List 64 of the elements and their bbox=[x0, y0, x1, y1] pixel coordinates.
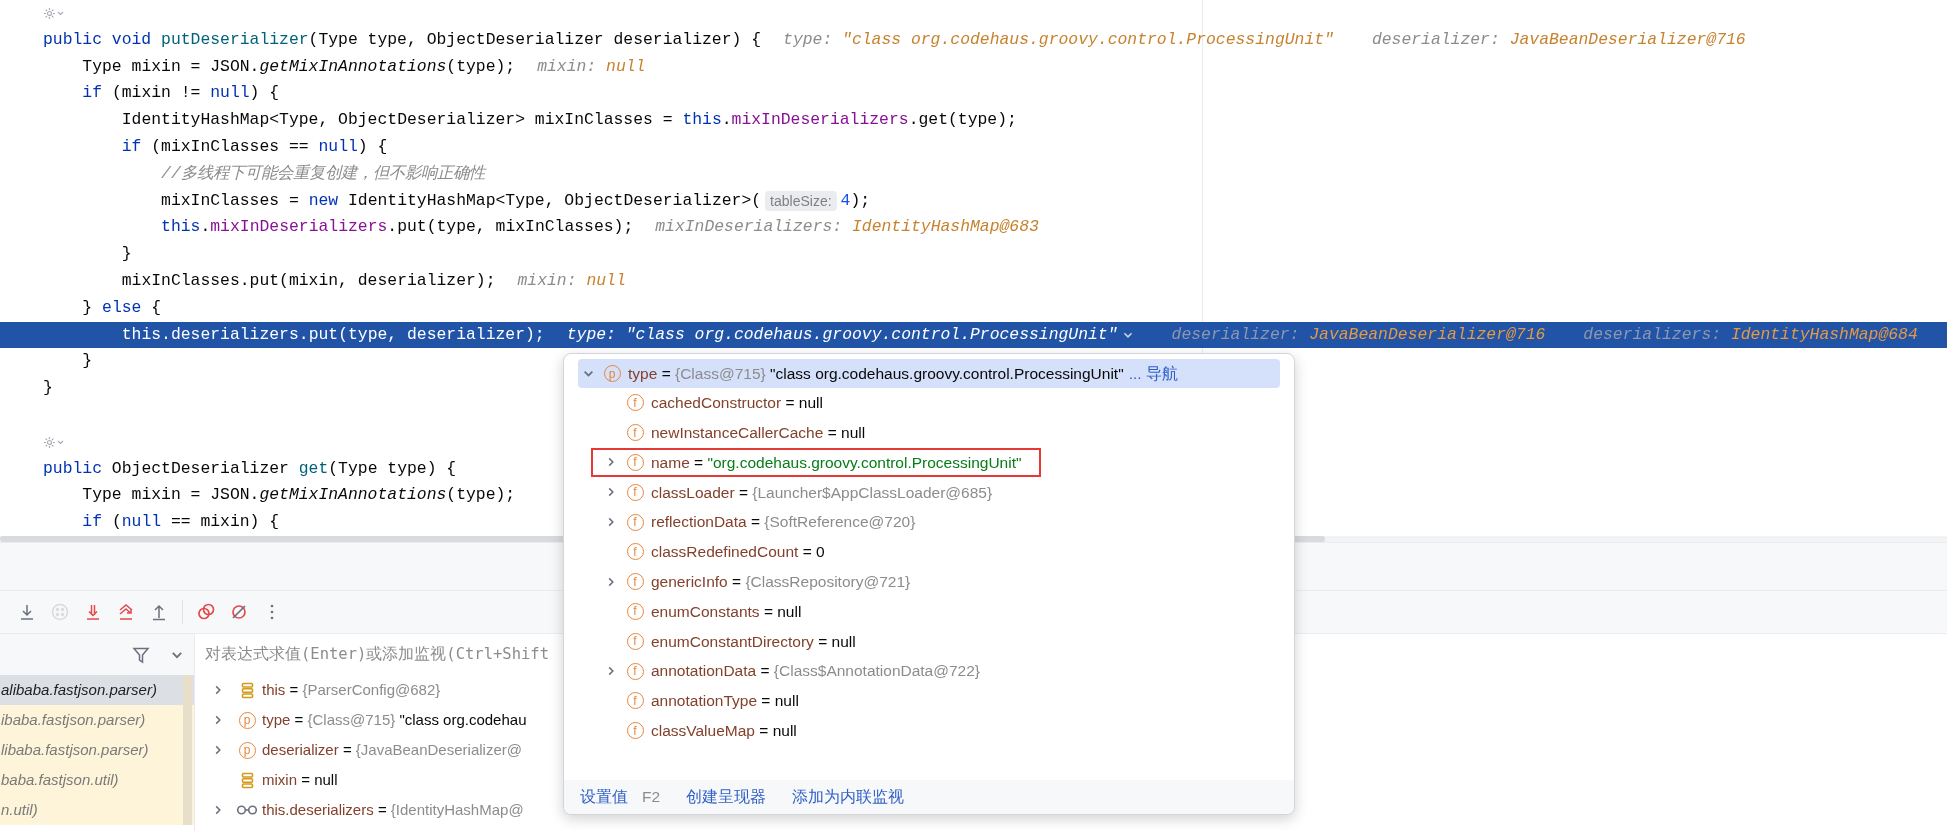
navigate-link[interactable]: ... 导航 bbox=[1128, 361, 1178, 386]
inline-value-hint[interactable]: type: "class org.codehaus.groovy.control.ProcessingUnit" bbox=[783, 27, 1334, 53]
variable-value-text: newInstanceCallerCache = null bbox=[651, 424, 866, 442]
inline-value-hint[interactable]: type: "class org.codehaus.groovy.control.ProcessingUnit" bbox=[566, 322, 1134, 348]
parameter-hint: tableSize: bbox=[765, 190, 837, 211]
frame-item[interactable]: baba.fastjson.util) bbox=[0, 765, 194, 795]
variable-value-text: reflectionData = {SoftReference@720} bbox=[651, 513, 916, 531]
code-text: this.mixInDeserializers.put(type, mixInClasses); bbox=[161, 216, 634, 239]
code-text: } else { bbox=[82, 296, 162, 319]
variable-value-text: deserializer = {JavaBeanDeserializer@ bbox=[262, 740, 522, 758]
variable-value-text: mixin = null bbox=[262, 770, 338, 788]
mute-breakpoints-icon[interactable] bbox=[229, 602, 249, 622]
breakpoints-icon[interactable] bbox=[196, 602, 216, 622]
gutter-marker-icon[interactable] bbox=[43, 6, 65, 20]
variable-value-text: genericInfo = {ClassRepository@721} bbox=[651, 573, 911, 591]
code-text: Type mixin = JSON.getMixInAnnotations(type); bbox=[82, 55, 516, 78]
popup-action-link[interactable]: 设置值 bbox=[580, 785, 628, 809]
filter-icon[interactable] bbox=[132, 645, 150, 664]
code-text: public void putDeserializer(Type type, ObjectDeserializer deserializer) { bbox=[43, 28, 762, 51]
code-text: } bbox=[43, 377, 53, 400]
variable-value-text: classValueMap = null bbox=[651, 722, 797, 740]
variable-value-text: this = {ParserConfig@682} bbox=[262, 680, 441, 698]
frame-item[interactable]: ibaba.fastjson.parser) bbox=[0, 705, 194, 735]
scrollbar-track[interactable] bbox=[183, 675, 192, 825]
frame-item[interactable]: libaba.fastjson.parser) bbox=[0, 735, 194, 765]
frame-item[interactable]: n.util) bbox=[0, 795, 194, 825]
frame-item[interactable]: alibaba.fastjson.parser) bbox=[0, 675, 194, 705]
code-text: IdentityHashMap<Type, ObjectDeserializer> mixInClasses = this.mixInDeserializers.get(type); bbox=[121, 109, 1017, 132]
variable-value-text: enumConstantDirectory = null bbox=[651, 632, 856, 650]
evaluate-expression-field[interactable]: 对表达式求值(Enter)或添加监视(Ctrl+Shift bbox=[205, 642, 560, 667]
variable-value-text: classRedefinedCount = 0 bbox=[651, 543, 825, 561]
variable-value-text: enumConstants = null bbox=[651, 602, 802, 620]
popup-action-link[interactable]: 创建呈现器 bbox=[686, 785, 767, 809]
inline-value-hint[interactable]: mixInDeserializers: IdentityHashMap@683 bbox=[655, 215, 1039, 241]
code-text: } bbox=[121, 243, 132, 266]
variable-value-text: annotationType = null bbox=[651, 692, 799, 710]
inline-value-hint[interactable]: mixin: null bbox=[537, 54, 646, 80]
inline-value-hint[interactable]: deserializers: IdentityHashMap@684 bbox=[1583, 322, 1918, 348]
variable-value-text: name = "org.codehaus.groovy.control.ProcessingUnit" bbox=[651, 453, 1022, 471]
inline-value-hint[interactable]: mixin: null bbox=[517, 269, 626, 294]
tree-row-selected[interactable]: p type = {Class@715} "class org.codehaus.groovy.control.ProcessingUnit" ... 导航 bbox=[578, 359, 1280, 388]
code-text: this.deserializers.put(type, deserializer); bbox=[121, 323, 545, 346]
code-text: mixInClasses = new IdentityHashMap<Type, ObjectDeserializer>( bbox=[161, 189, 762, 212]
popup-action-link[interactable]: 添加为内联监视 bbox=[792, 785, 905, 809]
shortcut-text: F2 bbox=[642, 787, 661, 808]
inline-value-hint[interactable]: deserializer: JavaBeanDeserializer@716 bbox=[1171, 322, 1546, 348]
variable-value-text: annotationData = {Class$AnnotationData@722} bbox=[651, 662, 980, 680]
code-text: mixInClasses.put(mixin, deserializer); bbox=[121, 270, 496, 293]
code-text: if (null == mixin) { bbox=[82, 511, 280, 534]
variable-value-text: classLoader = {Launcher$AppClassLoader@685} bbox=[651, 483, 993, 501]
variable-value-text: cachedConstructor = null bbox=[651, 394, 823, 412]
variable-value-text: type = {Class@715} "class org.codehaus.groovy.control.ProcessingUnit" bbox=[628, 364, 1124, 382]
code-text: if (mixin != null) { bbox=[82, 82, 280, 105]
code-text: public ObjectDeserializer get(Type type) { bbox=[43, 457, 457, 480]
gutter-marker-icon[interactable] bbox=[43, 435, 65, 449]
code-text: 4); bbox=[840, 189, 871, 212]
variable-value-text: this.deserializers = {IdentityHashMap@ bbox=[262, 800, 524, 818]
variable-value-text: type = {Class@715} "class org.codehau bbox=[262, 710, 527, 728]
code-text: } bbox=[82, 350, 93, 373]
code-text: if (mixInClasses == null) { bbox=[121, 136, 388, 159]
code-text: Type mixin = JSON.getMixInAnnotations(type); bbox=[82, 484, 516, 507]
inline-value-hint[interactable]: deserializer: JavaBeanDeserializer@716 bbox=[1371, 27, 1746, 53]
glasses-icon bbox=[236, 803, 258, 817]
code-text: //多线程下可能会重复创建，但不影响正确性 bbox=[161, 162, 485, 185]
